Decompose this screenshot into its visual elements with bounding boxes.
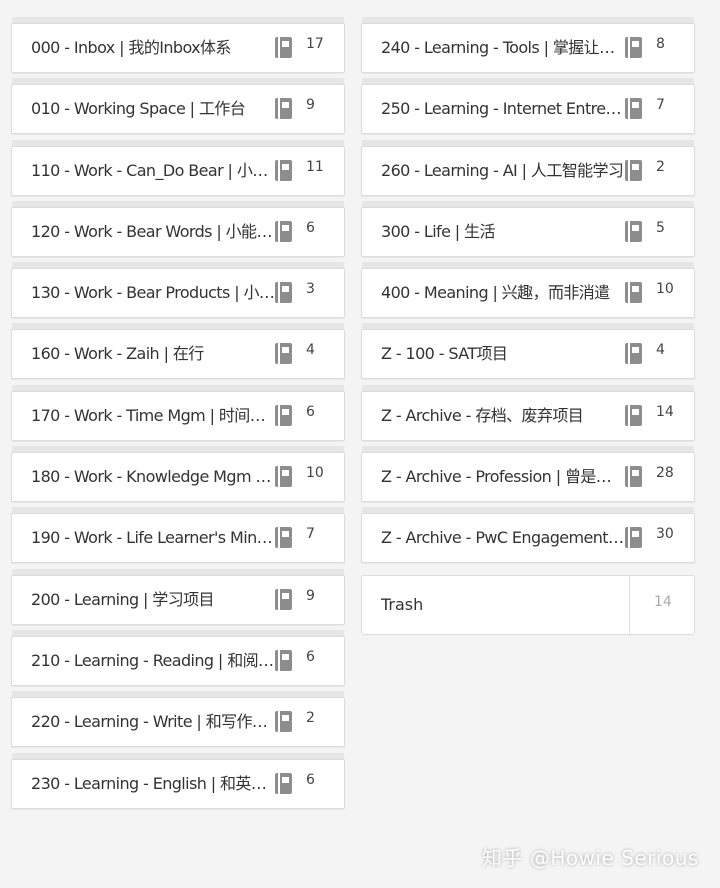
notebook-card[interactable]: 130 - Work - Bear Products | 小… 3 [11,268,345,319]
notebook-icon[interactable] [275,649,292,671]
notebook-icon[interactable] [625,37,642,58]
notebook-card[interactable]: Z - Archive - PwC Engagement |… 30 [361,513,695,564]
notebook-name: 110 - Work - Can_Do Bear | 小能熊 [31,160,275,180]
notebook-icon[interactable] [625,98,642,120]
notebook-card[interactable]: 210 - Learning - Reading | 和阅… 6 [11,635,345,686]
notebook-card[interactable]: Z - Archive - Profession | 曾是审… 28 [361,452,695,503]
notebook-icon[interactable] [625,343,642,365]
notebook-card[interactable]: 260 - Learning - AI | 人工智能学习 2 [361,145,695,196]
notebook-card[interactable]: Z - 100 - SAT项目 4 [361,329,695,380]
note-count: 28 [656,465,674,482]
notebook-name: 190 - Work - Life Learner's Minds… [31,528,275,548]
notebook-icon[interactable] [275,37,292,58]
notebook-icon[interactable] [625,159,642,181]
watermark: 知乎 @Howie Serious [482,846,699,870]
notebook-name: 160 - Work - Zaih | 在行 [31,344,204,364]
note-count: 6 [306,771,315,788]
notebook-name: 240 - Learning - Tools | 掌握让你… [381,38,625,57]
note-count: 10 [656,281,674,298]
note-count: 14 [656,403,674,420]
notebook-icon[interactable] [625,404,642,426]
notebook-card[interactable]: 120 - Work - Bear Words | 小能… 6 [11,206,345,257]
notebook-name: 220 - Learning - Write | 和写作相… [31,712,275,732]
notebook-name: 180 - Work - Knowledge Mgm |… [31,467,275,487]
notebook-card[interactable]: Z - Archive - 存档、废弃项目 14 [361,390,695,441]
note-count: 7 [656,97,665,114]
notebook-name: Z - 100 - SAT项目 [381,344,508,364]
notebook-icon[interactable] [275,588,292,610]
notebook-column-left: 000 - Inbox | 我的Inbox体系 17 010 - Working S… [11,16,345,820]
notebook-name: Z - Archive - PwC Engagement |… [381,528,625,548]
notebook-card[interactable]: 400 - Meaning | 兴趣，而非消遣 10 [361,268,695,319]
notebook-name: 170 - Work - Time Mgm | 时间管理 [31,405,275,425]
notebook-icon[interactable] [275,466,292,488]
notebook-name: 230 - Learning - English | 和英语… [31,773,275,793]
note-count: 8 [656,36,665,52]
note-count: 9 [306,97,315,114]
notebook-card[interactable]: 170 - Work - Time Mgm | 时间管理 6 [11,390,345,441]
notebook-card[interactable]: 190 - Work - Life Learner's Minds… 7 [11,513,345,564]
notebook-name: 000 - Inbox | 我的Inbox体系 [31,38,231,57]
note-count: 7 [306,526,315,543]
notebook-name: Z - Archive - 存档、废弃项目 [381,405,584,425]
notebook-column-right: 240 - Learning - Tools | 掌握让你… 8 250 - Lea… [361,16,695,635]
trash-label: Trash [381,594,424,614]
notebook-icon[interactable] [275,282,292,304]
note-count: 5 [656,219,665,236]
notebook-icon[interactable] [275,404,292,426]
notebook-icon[interactable] [625,220,642,242]
notebook-name: 300 - Life | 生活 [381,221,495,241]
notebook-name: 130 - Work - Bear Products | 小… [31,283,275,303]
note-count: 2 [306,710,315,727]
note-count: 11 [306,158,324,175]
notebook-icon[interactable] [275,343,292,365]
note-count: 4 [656,342,665,359]
notebook-card[interactable]: 230 - Learning - English | 和英语… 6 [11,758,345,809]
trash-divider [629,575,630,634]
notebook-name: 210 - Learning - Reading | 和阅… [31,650,274,670]
notebook-card[interactable]: 000 - Inbox | 我的Inbox体系 17 [11,23,345,73]
notebook-card[interactable]: 250 - Learning - Internet Entrepren… 7 [361,84,695,135]
notebook-name: 200 - Learning | 学习项目 [31,589,215,609]
notebook-name: 260 - Learning - AI | 人工智能学习 [381,160,624,180]
note-count: 6 [306,219,315,236]
note-count: 6 [306,648,315,665]
notebook-icon[interactable] [275,220,292,242]
notebook-icon[interactable] [275,159,292,181]
note-count: 10 [306,465,324,482]
trash-count: 14 [654,593,672,610]
notebook-name: 120 - Work - Bear Words | 小能… [31,221,272,241]
notebook-card[interactable]: 110 - Work - Can_Do Bear | 小能熊 11 [11,145,345,196]
notebook-icon[interactable] [625,282,642,304]
notebook-card[interactable]: 300 - Life | 生活 5 [361,206,695,257]
notebook-icon[interactable] [275,711,292,733]
note-count: 17 [306,36,324,52]
notebook-name: Z - Archive - Profession | 曾是审… [381,467,625,487]
notebook-card[interactable]: 200 - Learning | 学习项目 9 [11,574,345,625]
note-count: 6 [306,403,315,420]
note-count: 3 [306,281,315,298]
note-count: 4 [306,342,315,359]
notebook-card[interactable]: 240 - Learning - Tools | 掌握让你… 8 [361,23,695,73]
trash-card[interactable]: Trash 14 [361,574,695,635]
notebook-icon[interactable] [275,772,292,794]
notebook-icon[interactable] [625,466,642,488]
note-count: 9 [306,587,315,604]
notebook-card[interactable]: 010 - Working Space | 工作台 9 [11,84,345,135]
notebook-card[interactable]: 160 - Work - Zaih | 在行 4 [11,329,345,380]
notebook-name: 400 - Meaning | 兴趣，而非消遣 [381,283,610,303]
notebook-name: 250 - Learning - Internet Entrepren… [381,99,625,119]
note-count: 2 [656,158,665,175]
notebook-icon[interactable] [275,527,292,549]
notebook-name: 010 - Working Space | 工作台 [31,99,246,119]
notebook-icon[interactable] [275,98,292,120]
notebook-card[interactable]: 220 - Learning - Write | 和写作相… 2 [11,697,345,748]
note-count: 30 [656,526,674,543]
notebook-card[interactable]: 180 - Work - Knowledge Mgm |… 10 [11,452,345,503]
notebook-icon[interactable] [625,527,642,549]
